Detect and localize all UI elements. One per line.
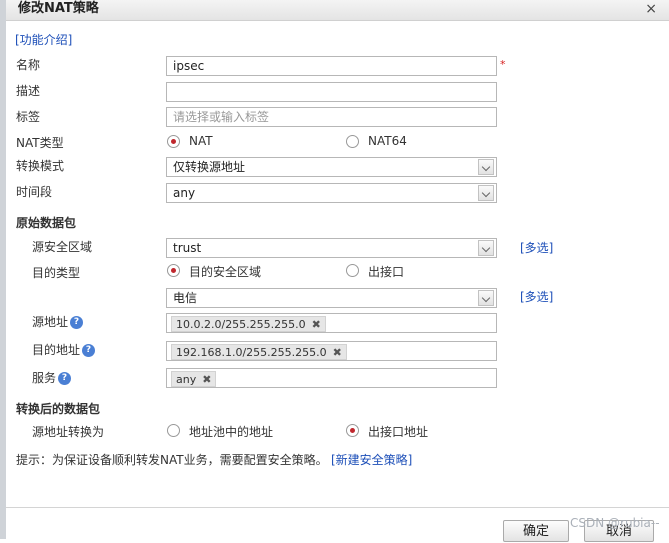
nat-type-radio-nat[interactable] (167, 135, 180, 148)
window-edge (0, 0, 6, 539)
time-select[interactable]: any (166, 183, 497, 203)
src-addr-label: 源地址? (32, 313, 84, 330)
intro-link[interactable]: [功能介绍] (15, 31, 72, 48)
required-mark: * (500, 58, 506, 71)
nat-type-nat-label: NAT (189, 134, 213, 148)
tag-label: 标签 (16, 110, 41, 124)
src-addr-tag: 10.0.2.0/255.255.255.0 ✖ (171, 316, 326, 332)
dialog-titlebar: 修改NAT策略 × (6, 0, 669, 21)
chevron-down-icon[interactable] (478, 290, 494, 306)
src-zone-value: trust (173, 241, 202, 255)
time-value: any (173, 186, 196, 200)
footer-divider (6, 507, 669, 508)
description-input[interactable] (166, 82, 497, 102)
watermark: CSDN @rubia-- (570, 516, 660, 530)
dst-zone-value: 电信 (173, 291, 198, 305)
dst-addr-label: 目的地址? (32, 341, 96, 358)
service-input[interactable]: any ✖ (166, 368, 497, 388)
src-translate-interface-label: 出接口地址 (368, 425, 429, 439)
dst-type-radio-interface[interactable] (346, 264, 359, 277)
description-label: 描述 (16, 84, 41, 98)
src-translate-radio-pool[interactable] (167, 424, 180, 437)
original-packet-heading: 原始数据包 (16, 216, 77, 230)
remove-icon[interactable]: ✖ (202, 373, 211, 386)
nat-type-nat64-label: NAT64 (368, 134, 407, 148)
dst-type-interface-label: 出接口 (368, 265, 405, 279)
help-icon[interactable]: ? (58, 372, 72, 385)
help-icon[interactable]: ? (82, 344, 96, 357)
new-security-policy-link[interactable]: [新建安全策略] (331, 451, 412, 468)
name-value: ipsec (173, 59, 205, 73)
chevron-down-icon[interactable] (478, 185, 494, 201)
name-label: 名称 (16, 58, 41, 72)
dst-addr-tag: 192.168.1.0/255.255.255.0 ✖ (171, 344, 347, 360)
src-zone-multi-select-link[interactable]: [多选] (520, 239, 553, 256)
remove-icon[interactable]: ✖ (312, 318, 321, 331)
mode-label: 转换模式 (16, 159, 65, 173)
close-icon[interactable]: × (645, 0, 657, 18)
dst-zone-multi-select-link[interactable]: [多选] (520, 288, 553, 305)
dst-type-zone-label: 目的安全区域 (189, 265, 262, 279)
name-input[interactable]: ipsec (166, 56, 497, 76)
src-addr-input[interactable]: 10.0.2.0/255.255.255.0 ✖ (166, 313, 497, 333)
src-translate-label: 源地址转换为 (32, 425, 105, 439)
chevron-down-icon[interactable] (478, 240, 494, 256)
tag-input[interactable]: 请选择或输入标签 (166, 107, 497, 127)
time-label: 时间段 (16, 185, 53, 199)
dst-addr-input[interactable]: 192.168.1.0/255.255.255.0 ✖ (166, 341, 497, 361)
tag-placeholder: 请选择或输入标签 (173, 110, 270, 124)
dialog-title: 修改NAT策略 (18, 1, 99, 16)
mode-value: 仅转换源地址 (173, 160, 246, 174)
chevron-down-icon[interactable] (478, 159, 494, 175)
hint-text: 提示：为保证设备顺利转发NAT业务，需要配置安全策略。 (16, 453, 328, 467)
service-label: 服务? (32, 369, 72, 386)
dst-zone-select[interactable]: 电信 (166, 288, 497, 308)
dst-type-label: 目的类型 (32, 266, 81, 280)
service-tag: any ✖ (171, 371, 217, 387)
remove-icon[interactable]: ✖ (333, 346, 342, 359)
mode-select[interactable]: 仅转换源地址 (166, 157, 497, 177)
src-zone-label: 源安全区域 (32, 240, 93, 254)
nat-type-radio-nat64[interactable] (346, 135, 359, 148)
dst-type-radio-zone[interactable] (167, 264, 180, 277)
src-translate-pool-label: 地址池中的地址 (189, 425, 274, 439)
translated-packet-heading: 转换后的数据包 (16, 402, 101, 416)
help-icon[interactable]: ? (70, 316, 84, 329)
src-zone-select[interactable]: trust (166, 238, 497, 258)
src-translate-radio-interface[interactable] (346, 424, 359, 437)
nat-type-label: NAT类型 (16, 136, 64, 150)
